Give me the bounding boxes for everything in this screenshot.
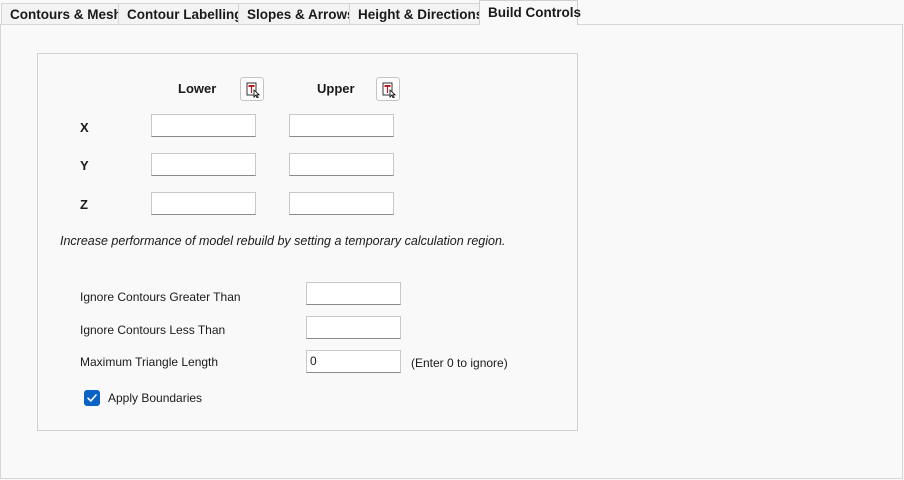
z-label: Z [80, 197, 88, 212]
lower-header: Lower [178, 81, 217, 96]
checkmark-icon [87, 394, 97, 402]
apply-boundaries-checkbox[interactable] [84, 390, 100, 406]
pick-point-icon [382, 82, 397, 98]
tab-contour-labelling[interactable]: Contour Labelling [118, 3, 243, 24]
tab-slopes-arrows[interactable]: Slopes & Arrows [238, 3, 355, 24]
apply-boundaries-label[interactable]: Apply Boundaries [108, 391, 202, 405]
y-upper-field[interactable] [289, 153, 394, 176]
calculation-region-note: Increase performance of model rebuild by… [60, 234, 506, 248]
pick-point-icon [246, 82, 261, 98]
x-lower-field[interactable] [151, 114, 256, 137]
ignore-less-field[interactable] [306, 316, 401, 339]
ignore-greater-field[interactable] [306, 282, 401, 305]
upper-header: Upper [317, 81, 355, 96]
max-triangle-label: Maximum Triangle Length [80, 355, 219, 369]
ignore-less-label: Ignore Contours Less Than [80, 323, 226, 337]
max-triangle-hint: (Enter 0 to ignore) [411, 356, 508, 370]
ignore-greater-label: Ignore Contours Greater Than [80, 290, 241, 304]
y-lower-field[interactable] [151, 153, 256, 176]
tab-height-directions[interactable]: Height & Directions [349, 3, 483, 24]
y-label: Y [80, 158, 89, 173]
tab-contours-mesh[interactable]: Contours & Mesh [1, 3, 122, 24]
x-upper-field[interactable] [289, 114, 394, 137]
x-label: X [80, 120, 89, 135]
tab-build-controls[interactable]: Build Controls [479, 0, 581, 25]
max-triangle-field[interactable]: 0 [306, 350, 401, 373]
pick-upper-button[interactable] [376, 77, 400, 101]
z-upper-field[interactable] [289, 192, 394, 215]
tab-bar: Contours & Mesh Contour Labelling Slopes… [0, 0, 904, 25]
z-lower-field[interactable] [151, 192, 256, 215]
pick-lower-button[interactable] [240, 77, 264, 101]
